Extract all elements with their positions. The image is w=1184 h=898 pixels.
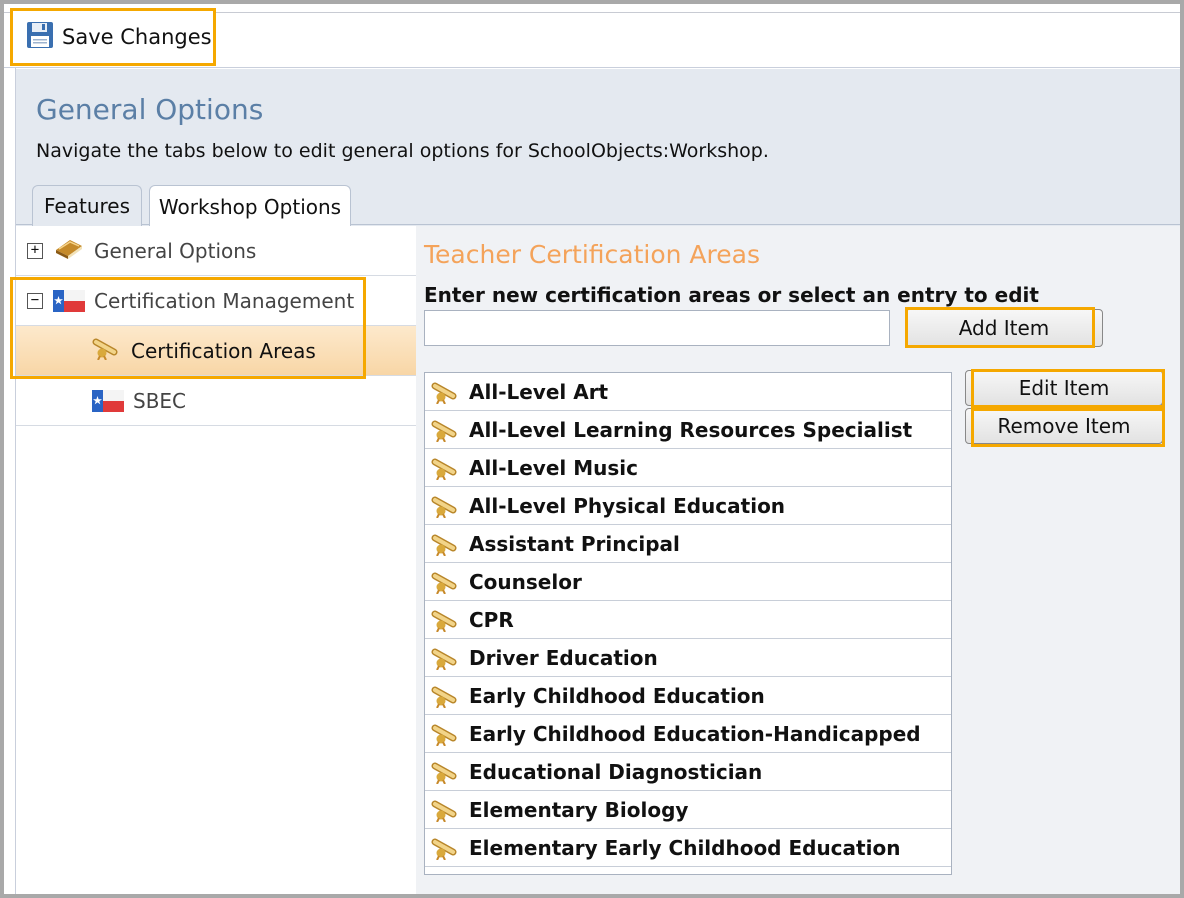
options-tree: + General Options − Certification Manage… [16,226,416,894]
texas-flag-icon [53,289,85,312]
list-item[interactable]: All-Level Music [425,449,951,487]
tree-label-certification-areas: Certification Areas [131,338,316,363]
list-item-label: Early Childhood Education-Handicapped [469,721,921,746]
tree-item-certification-management[interactable]: − Certification Management [16,276,416,326]
list-item-label: All-Level Physical Education [469,493,786,518]
tree-label-certification-management: Certification Management [94,288,355,313]
list-item[interactable]: All-Level Art [425,373,951,411]
list-item[interactable]: Counselor [425,563,951,601]
list-item[interactable]: All-Level Learning Resources Specialist [425,411,951,449]
diploma-icon [431,608,461,632]
diploma-icon [431,798,461,822]
diploma-icon [431,646,461,670]
list-item-label: Driver Education [469,645,658,670]
collapse-icon[interactable]: − [27,292,43,309]
texas-flag-icon [92,389,124,412]
list-item[interactable]: Early Childhood Education [425,677,951,715]
diploma-icon [431,836,461,860]
list-item-label: Educational Diagnostician [469,759,763,784]
diploma-icon [431,570,461,594]
list-item-label: Elementary Biology [469,797,689,822]
expand-icon[interactable]: + [27,242,43,259]
tree-label-sbec: SBEC [133,388,187,413]
diploma-icon [431,684,461,708]
list-item[interactable]: Early Childhood Education-Handicapped [425,715,951,753]
page-title: General Options [36,93,264,126]
list-item-label: All-Level Music [469,455,638,480]
app-window: Save Changes General Options Navigate th… [4,4,1180,894]
diploma-icon [431,722,461,746]
list-item-label: Assistant Principal [469,531,680,556]
diploma-icon [431,456,461,480]
list-item[interactable]: Educational Diagnostician [425,753,951,791]
list-item[interactable]: All-Level Physical Education [425,487,951,525]
tree-item-general-options[interactable]: + General Options [16,226,416,276]
diploma-icon [431,494,461,518]
section-title: Teacher Certification Areas [424,240,760,269]
list-item-label: Elementary Early Childhood Education [469,835,901,860]
book-icon [53,236,85,265]
tab-features[interactable]: Features [32,185,142,226]
edit-item-button[interactable]: Edit Item [965,370,1163,406]
list-item-label: Early Childhood Education [469,683,765,708]
list-item[interactable]: Elementary Early Childhood Education [425,829,951,867]
add-item-button[interactable]: Add Item [905,309,1103,347]
list-item[interactable]: Assistant Principal [425,525,951,563]
page-header: General Options Navigate the tabs below … [16,69,1180,227]
list-item[interactable]: Elementary Biology [425,791,951,829]
list-item-label: CPR [469,607,514,632]
certification-areas-list[interactable]: All-Level Art All-Level Learning Resource… [424,372,952,875]
floppy-disk-icon [26,21,54,53]
remove-item-button[interactable]: Remove Item [965,408,1163,444]
tree-label-general-options: General Options [94,238,257,263]
save-changes-label: Save Changes [62,25,212,49]
list-item[interactable]: Driver Education [425,639,951,677]
diploma-icon [92,336,122,365]
section-instruction: Enter new certification areas or select … [424,283,1039,307]
save-changes-button[interactable]: Save Changes [10,8,216,66]
list-item[interactable]: CPR [425,601,951,639]
certification-area-input[interactable] [424,310,890,346]
list-item-label: All-Level Learning Resources Specialist [469,417,913,442]
diploma-icon [431,532,461,556]
diploma-icon [431,380,461,404]
page-description: Navigate the tabs below to edit general … [36,140,769,162]
list-item-label: All-Level Art [469,379,609,404]
tree-item-sbec[interactable]: SBEC [16,376,416,426]
diploma-icon [431,760,461,784]
certification-areas-panel: Teacher Certification Areas Enter new ce… [416,226,1180,894]
diploma-icon [431,418,461,442]
list-item-label: Counselor [469,569,582,594]
tree-item-certification-areas[interactable]: Certification Areas [16,326,416,376]
tab-workshop-options[interactable]: Workshop Options [149,185,351,227]
